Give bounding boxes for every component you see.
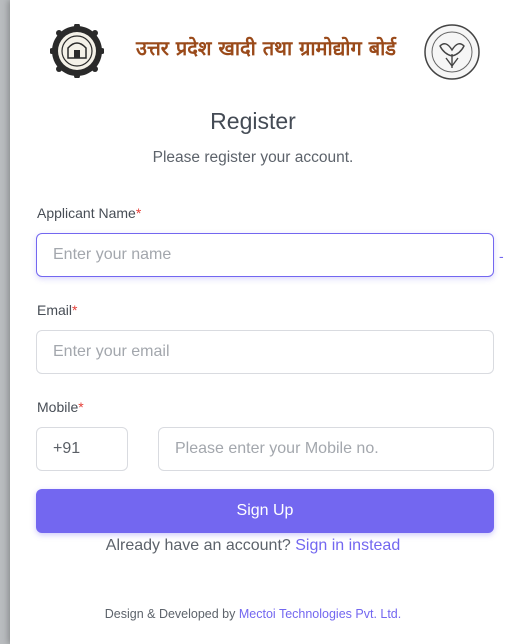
country-code-field[interactable]: +91 (36, 427, 128, 471)
up-state-emblem-icon (424, 24, 480, 80)
required-mark: * (135, 205, 142, 221)
field-edge-marker: - (499, 248, 504, 264)
register-card: उत्तर प्रदेश खादी तथा ग्रामोद्योग बोर्ड … (10, 0, 506, 644)
email-label: Email* (37, 302, 78, 318)
required-mark: * (78, 399, 84, 415)
signin-prompt: Already have an account? (105, 537, 291, 554)
header-logo-row: उत्तर प्रदेश खादी तथा ग्रामोद्योग बोर्ड (10, 18, 506, 84)
sign-up-button[interactable]: Sign Up (36, 489, 494, 533)
org-name: उत्तर प्रदेश खादी तथा ग्रामोद्योग बोर्ड (135, 36, 396, 60)
mobile-input[interactable] (158, 427, 494, 471)
required-mark: * (72, 302, 78, 318)
company-link[interactable]: Mectoi Technologies Pvt. Ltd. (239, 607, 401, 621)
khadi-board-emblem-icon (50, 24, 104, 78)
page-subtitle: Please register your account. (152, 149, 354, 166)
footer: Design & Developed by Mectoi Technologie… (0, 607, 506, 621)
signin-row: Already have an account? Sign in instead (0, 537, 506, 555)
email-input[interactable] (36, 330, 494, 374)
applicant-name-input[interactable] (36, 233, 494, 277)
mobile-label: Mobile* (37, 399, 84, 415)
sign-in-link[interactable]: Sign in instead (295, 537, 400, 554)
page-title: Register (210, 108, 296, 134)
footer-text: Design & Developed by (104, 607, 236, 621)
applicant-name-label: Applicant Name* (37, 205, 142, 221)
